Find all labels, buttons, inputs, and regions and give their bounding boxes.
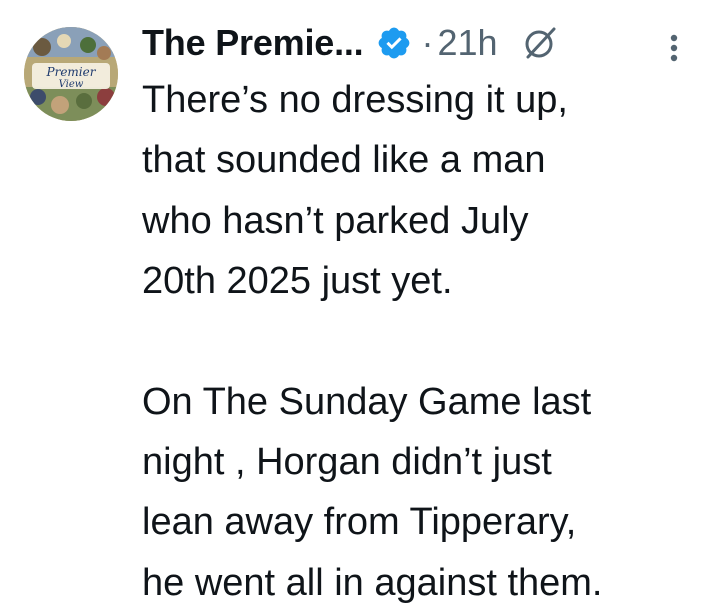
tweet-line: On The Sunday Game last [142,380,592,423]
tweet-header: The Premie... · 21h [142,18,560,68]
tweet-line: he went all in against them. [142,561,603,604]
tweet-line: lean away from Tipperary, [142,501,577,544]
avatar-image: Premier View [24,27,118,121]
tweet-paragraph-2: On The Sunday Game last night , Horgan d… [142,372,702,613]
tweet-line: 20th 2025 just yet. [142,260,453,303]
tweet-line: that sounded like a man [142,139,546,182]
avatar-logo-text-bottom: View [59,79,84,90]
tweet-text: There’s no dressing it up, that sounded … [142,70,702,613]
tweet-line: night , Horgan didn’t just [142,441,552,484]
time-separator: · [421,22,434,63]
tweet-line: There’s no dressing it up, [142,79,568,121]
more-vertical-icon[interactable] [664,30,684,66]
tweet[interactable]: Premier View The Premie... · 21h There’s… [0,0,720,608]
verified-badge-icon[interactable] [376,25,412,61]
author-display-name[interactable]: The Premie... [142,22,364,64]
tweet-paragraph-1: There’s no dressing it up, that sounded … [142,70,702,312]
avatar[interactable]: Premier View [24,27,118,121]
grok-icon[interactable] [520,23,560,63]
tweet-line: who hasn’t parked July [142,199,529,242]
tweet-timestamp[interactable]: 21h [438,22,498,64]
avatar-logo-text-top: Premier [46,65,97,79]
